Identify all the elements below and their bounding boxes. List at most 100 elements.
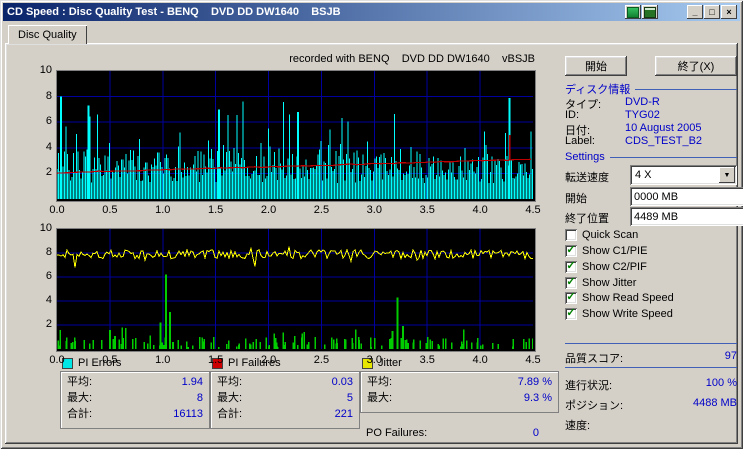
position-label: ポジション: <box>565 397 623 413</box>
speed-select[interactable]: 4 X ▼ <box>630 165 737 185</box>
minimize-icon: _ <box>692 8 697 17</box>
check-icon: ✓ <box>566 292 575 303</box>
capture-button[interactable] <box>625 5 641 19</box>
checkbox-show-jitter[interactable]: ✓ Show Jitter <box>565 277 636 289</box>
divider-line <box>565 367 737 368</box>
pi-errors-chart <box>56 70 536 202</box>
save-icon <box>644 7 656 18</box>
stat-row: 平均:0.03 <box>217 374 353 390</box>
stat-row: 最大: 8 <box>67 390 203 406</box>
jitter-pif-chart <box>56 228 536 352</box>
maximize-button[interactable]: □ <box>704 5 720 19</box>
stat-row: 最大:5 <box>217 390 353 406</box>
exit-button[interactable]: 終了(X) <box>655 56 737 76</box>
quality-score-value: 97 <box>725 350 737 366</box>
stat-row: 平均:1.94 <box>67 374 203 390</box>
save-button[interactable] <box>642 5 658 19</box>
speed-select-value: 4 X <box>630 169 719 181</box>
y-axis-tick-label: 10 <box>28 222 52 234</box>
x-axis-tick-label: 4.0 <box>472 354 487 366</box>
checkbox-show-c1-pie[interactable]: ✓ Show C1/PIE <box>565 245 647 257</box>
stat-value: 9.3 % <box>524 390 552 406</box>
speed-label: 速度: <box>565 417 590 433</box>
disc-label-label: Label: <box>565 135 595 147</box>
start-position-label: 開始 <box>565 190 587 206</box>
y-axis-tick-label: 8 <box>28 246 52 258</box>
stat-value: 16113 <box>173 406 203 422</box>
po-failures-value: 0 <box>533 427 539 439</box>
settings-header: Settings <box>565 151 737 163</box>
y-axis-tick-label: 2 <box>28 318 52 330</box>
x-axis-tick-label: 3.0 <box>367 354 382 366</box>
y-axis-tick-label: 10 <box>28 64 52 76</box>
checkbox-show-c2-pif[interactable]: ✓ Show C2/PIF <box>565 261 647 273</box>
x-axis-tick-label: 4.5 <box>525 204 540 216</box>
check-icon: ✓ <box>566 245 575 256</box>
x-axis-tick-label: 1.5 <box>208 354 223 366</box>
stat-value: 1.94 <box>182 374 203 390</box>
end-position-label: 終了位置 <box>565 210 609 226</box>
tab-disc-quality[interactable]: Disc Quality <box>8 25 87 44</box>
x-axis-tick-label: 1.5 <box>208 204 223 216</box>
disc-id-label: ID: <box>565 109 579 121</box>
checkbox-label: Show Read Speed <box>582 292 674 304</box>
stat-label: 最大: <box>67 390 92 406</box>
x-axis-tick-label: 2.5 <box>314 354 329 366</box>
y-axis-tick-label: 4 <box>28 141 52 153</box>
stat-value: 221 <box>335 406 353 422</box>
stat-label: 合計: <box>217 406 242 422</box>
jitter-stats-box: 平均: 7.89 % 最大:9.3 % <box>360 371 559 413</box>
stat-label: 合計: <box>67 406 92 422</box>
tab-label: Disc Quality <box>18 29 77 41</box>
stat-row: 平均: 7.89 % <box>367 374 552 390</box>
x-axis-tick-label: 3.0 <box>367 204 382 216</box>
disc-date-value: 10 August 2005 <box>625 122 701 134</box>
x-axis-tick-label: 2.0 <box>261 354 276 366</box>
close-button[interactable]: × <box>721 5 737 19</box>
capture-icon <box>627 7 639 18</box>
checkbox-box: ✓ <box>565 308 577 320</box>
divider-line <box>610 157 737 158</box>
quality-score-label: 品質スコア: <box>565 350 623 366</box>
check-icon: ✓ <box>566 277 575 288</box>
checkbox-label: Show C1/PIE <box>582 245 647 257</box>
x-axis-tick-label: 0.0 <box>49 354 64 366</box>
checkbox-quick-scan[interactable]: Quick Scan <box>565 229 638 241</box>
checkbox-show-read-speed[interactable]: ✓ Show Read Speed <box>565 292 674 304</box>
titlebar[interactable]: CD Speed : Disc Quality Test - BENQ DVD … <box>3 3 740 21</box>
x-axis-tick-label: 1.0 <box>155 204 170 216</box>
checkbox-label: Show Write Speed <box>582 308 673 320</box>
stat-label: 平均: <box>367 374 392 390</box>
stat-row: 合計: 221 <box>217 406 353 422</box>
checkbox-box: ✓ <box>565 292 577 304</box>
disc-id-value: TYG02 <box>625 109 660 121</box>
progress-row: 進行状況: 100 % <box>565 377 737 393</box>
start-position-input[interactable] <box>630 187 743 206</box>
x-axis-tick-label: 4.5 <box>525 354 540 366</box>
position-row: ポジション: 4488 MB <box>565 397 737 413</box>
disc-label-value: CDS_TEST_B2 <box>625 135 702 147</box>
position-value: 4488 MB <box>693 397 737 413</box>
pi-failures-stats-box: 平均:0.03 最大:5 合計: 221 <box>210 371 360 429</box>
start-button-label: 開始 <box>585 58 607 74</box>
titlebar-buttons: _ □ × <box>624 5 737 19</box>
checkbox-box: ✓ <box>565 277 577 289</box>
speed-dropdown-button[interactable]: ▼ <box>719 167 735 183</box>
stat-value: 8 <box>197 390 203 406</box>
checkbox-show-write-speed[interactable]: ✓ Show Write Speed <box>565 308 673 320</box>
checkbox-box: ✓ <box>565 261 577 273</box>
quality-score-row: 品質スコア: 97 <box>565 350 737 366</box>
minimize-button[interactable]: _ <box>687 5 703 19</box>
checkbox-label: Quick Scan <box>582 229 638 241</box>
exit-button-label: 終了(X) <box>678 58 715 74</box>
checkbox-box <box>565 229 577 241</box>
start-button[interactable]: 開始 <box>565 56 627 76</box>
stat-row: 最大:9.3 % <box>367 390 552 406</box>
disc-info-header: ディスク情報 <box>565 81 737 97</box>
progress-label: 進行状況: <box>565 377 612 393</box>
stat-value: 7.89 % <box>518 374 552 390</box>
po-failures-label: PO Failures: <box>366 427 427 439</box>
end-position-input[interactable] <box>630 207 743 226</box>
po-failures-row: PO Failures: 0 <box>366 427 539 439</box>
divider-line <box>635 89 737 90</box>
